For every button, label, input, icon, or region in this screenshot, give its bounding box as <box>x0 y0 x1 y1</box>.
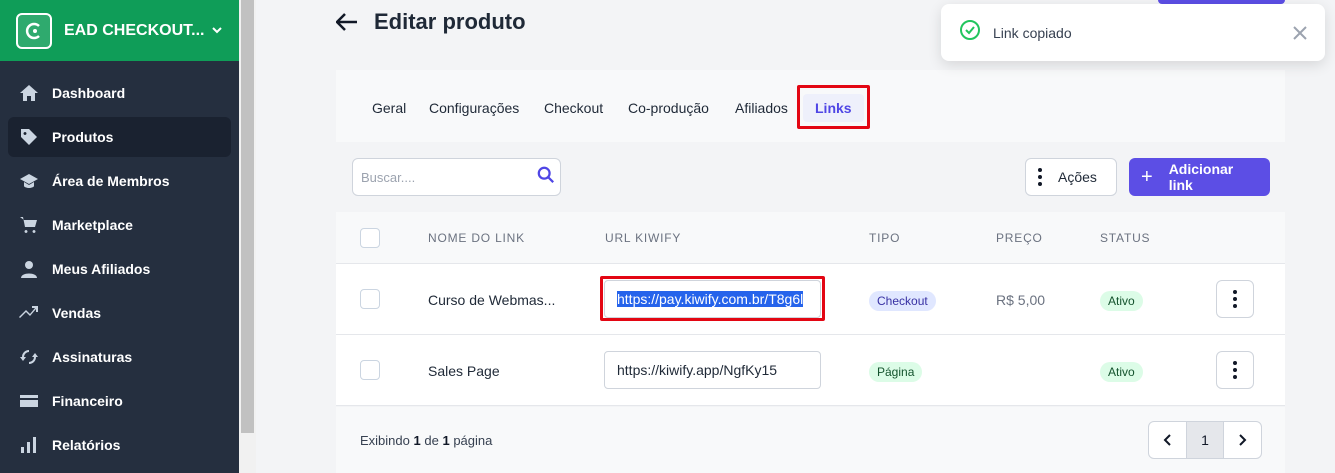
table-header: NOME DO LINK URL KIWIFY TIPO PREÇO STATU… <box>336 212 1285 264</box>
sidebar-item-label: Marketplace <box>52 217 133 233</box>
sidebar-item-label: Área de Membros <box>52 173 170 189</box>
brand-logo-icon <box>16 12 52 49</box>
sidebar-item-label: Produtos <box>52 129 114 145</box>
tab-configuracoes[interactable]: Configurações <box>429 100 519 116</box>
price-value: R$ 5,00 <box>996 292 1046 308</box>
sidebar-item-marketplace[interactable]: Marketplace <box>8 205 231 245</box>
pagination: 1 <box>1148 421 1262 459</box>
chevron-right-icon <box>1239 434 1247 446</box>
pagination-current: 1 <box>413 433 421 448</box>
sidebar-item-label: Dashboard <box>52 85 126 101</box>
next-page-button[interactable] <box>1224 422 1261 458</box>
page-header: Editar produto <box>335 6 526 38</box>
pagination-total: 1 <box>442 433 450 448</box>
sidebar-item-relatorios[interactable]: Relatórios <box>8 425 231 465</box>
close-icon[interactable] <box>1293 20 1307 46</box>
user-icon <box>18 258 40 280</box>
more-vertical-icon <box>1233 361 1237 379</box>
search-box <box>352 158 561 196</box>
credit-card-icon <box>18 390 40 412</box>
sidebar-item-label: Assinaturas <box>52 349 133 365</box>
more-vertical-icon <box>1233 290 1237 308</box>
scrollbar-thumb[interactable] <box>241 0 254 433</box>
sidebar-item-label: Meus Afiliados <box>52 261 151 277</box>
back-arrow-icon[interactable] <box>335 7 358 38</box>
links-toolbar: Ações + Adicionar link <box>336 142 1285 212</box>
graduation-cap-icon <box>18 170 40 192</box>
url-highlight-box <box>600 276 825 321</box>
prev-page-button[interactable] <box>1149 422 1186 458</box>
sidebar-item-vendas[interactable]: Vendas <box>8 293 231 333</box>
table-row: Sales Page https://kiwify.app/NgfKy15 Pá… <box>336 335 1285 406</box>
refresh-icon <box>18 346 40 368</box>
link-name: Curso de Webmas... <box>428 292 556 308</box>
toast-message: Link copiado <box>993 24 1072 41</box>
brand-switcher[interactable]: EAD CHECKOUT... <box>0 0 239 61</box>
column-header-nome: NOME DO LINK <box>428 231 525 245</box>
more-vertical-icon <box>1038 168 1042 186</box>
pagination-of: de <box>424 433 439 448</box>
type-badge: Página <box>869 362 923 382</box>
cart-icon <box>18 214 40 236</box>
url-value: https://kiwify.app/NgfKy15 <box>617 362 778 378</box>
home-icon <box>18 82 40 104</box>
brand-name: EAD CHECKOUT... <box>64 21 205 39</box>
column-header-tipo: TIPO <box>869 231 901 245</box>
row-checkbox[interactable] <box>360 289 380 309</box>
url-field[interactable]: https://kiwify.app/NgfKy15 <box>604 351 821 389</box>
tab-afiliados[interactable]: Afiliados <box>735 100 788 116</box>
tab-checkout[interactable]: Checkout <box>544 100 603 116</box>
sidebar-nav: Dashboard Produtos Área de Membros Marke… <box>0 61 239 465</box>
status-badge: Ativo <box>1100 291 1143 311</box>
table-row: Curso de Webmas... https://pay.kiwify.co… <box>336 264 1285 335</box>
product-card: Geral Configurações Checkout Co-produção… <box>336 70 1285 473</box>
link-name: Sales Page <box>428 363 500 379</box>
table-footer: Exibindo 1 de 1 página 1 <box>336 407 1285 473</box>
bar-chart-icon <box>18 434 40 456</box>
pagination-prefix: Exibindo <box>360 433 410 448</box>
add-link-button[interactable]: + Adicionar link <box>1129 158 1270 196</box>
add-link-label: Adicionar link <box>1168 161 1234 193</box>
sidebar-item-produtos[interactable]: Produtos <box>8 117 231 157</box>
chevron-down-icon <box>211 23 223 39</box>
actions-label: Ações <box>1058 169 1097 185</box>
tab-bar: Geral Configurações Checkout Co-produção… <box>336 70 1285 142</box>
sidebar-scrollbar[interactable] <box>239 0 256 473</box>
type-badge: Checkout <box>869 291 936 311</box>
tab-highlight-box <box>797 85 870 129</box>
column-header-status: STATUS <box>1100 231 1151 245</box>
chevron-left-icon <box>1163 434 1171 446</box>
column-header-url: URL KIWIFY <box>605 231 682 245</box>
pagination-summary: Exibindo 1 de 1 página <box>360 433 492 448</box>
check-circle-icon <box>959 19 981 46</box>
sidebar-item-dashboard[interactable]: Dashboard <box>8 73 231 113</box>
search-input[interactable] <box>361 169 537 185</box>
sidebar-item-label: Relatórios <box>52 437 121 453</box>
plus-icon: + <box>1141 165 1153 188</box>
sidebar-item-assinaturas[interactable]: Assinaturas <box>8 337 231 377</box>
page-title: Editar produto <box>374 9 526 34</box>
sidebar-item-financeiro[interactable]: Financeiro <box>8 381 231 421</box>
column-header-preco: PREÇO <box>996 231 1043 245</box>
tag-icon <box>18 126 40 148</box>
row-menu-button[interactable] <box>1216 351 1254 389</box>
sidebar-item-label: Financeiro <box>52 393 123 409</box>
select-all-checkbox[interactable] <box>360 228 380 248</box>
tab-co-producao[interactable]: Co-produção <box>628 100 709 116</box>
links-table: NOME DO LINK URL KIWIFY TIPO PREÇO STATU… <box>336 212 1285 406</box>
pagination-suffix: página <box>453 433 493 448</box>
tab-geral[interactable]: Geral <box>372 100 406 116</box>
sidebar-item-label: Vendas <box>52 305 102 321</box>
status-badge: Ativo <box>1100 362 1143 382</box>
search-icon[interactable] <box>537 166 555 189</box>
toast-notification: Link copiado <box>941 4 1325 61</box>
sidebar-item-afiliados[interactable]: Meus Afiliados <box>8 249 231 289</box>
page-1-button[interactable]: 1 <box>1186 422 1224 458</box>
row-checkbox[interactable] <box>360 360 380 380</box>
row-menu-button[interactable] <box>1216 280 1254 318</box>
actions-button[interactable]: Ações <box>1025 158 1117 196</box>
sidebar: EAD CHECKOUT... Dashboard Produtos Área … <box>0 0 239 473</box>
sidebar-item-area-membros[interactable]: Área de Membros <box>8 161 231 201</box>
trending-up-icon <box>18 302 40 324</box>
